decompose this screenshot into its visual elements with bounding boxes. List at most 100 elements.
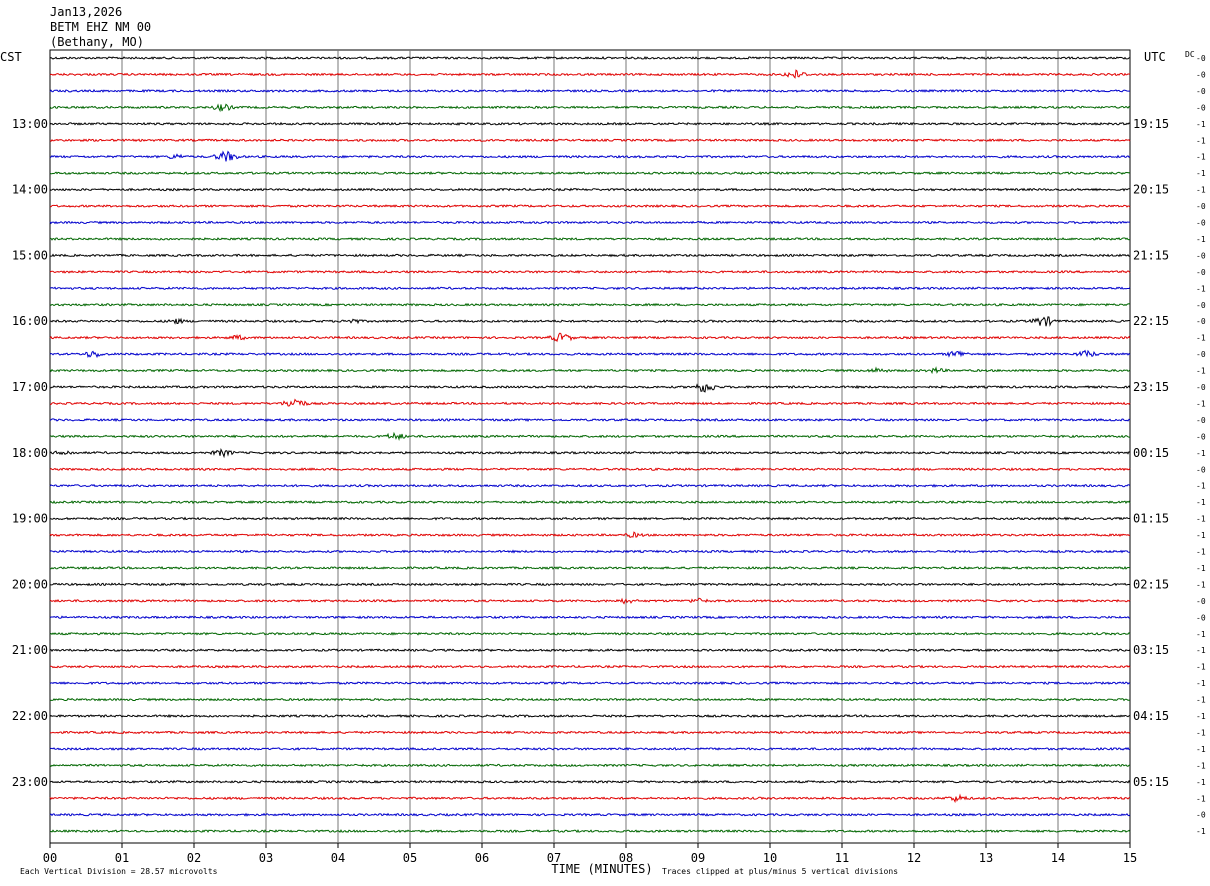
seismic-trace [49,631,1131,636]
dc-offset-label: -1 [1196,334,1206,343]
left-hour-label: 20:00 [12,577,48,591]
dc-offset-label: -0 [1196,432,1206,441]
left-hour-label: 23:00 [12,775,48,789]
dc-offset-label: -1 [1196,745,1206,754]
right-hour-label: 04:15 [1133,709,1169,723]
x-tick-label: 04 [331,851,345,865]
right-hour-label: 00:15 [1133,446,1169,460]
seismic-trace [49,812,1131,817]
seismic-trace [49,236,1131,241]
dc-offset-label: -1 [1196,169,1206,178]
x-tick-label: 02 [187,851,201,865]
dc-offset-label: -1 [1196,646,1206,655]
x-tick-label: 05 [403,851,417,865]
seismic-trace [49,713,1131,719]
x-tick-label: 14 [1051,851,1065,865]
dc-offset-label: -0 [1196,251,1206,260]
dc-offset-label: -1 [1196,186,1206,195]
dc-offset-label: -0 [1196,613,1206,622]
dc-offset-label: -0 [1196,219,1206,228]
seismogram-plot: 00 01 02 03 04 05 06 07 08 09 10 11 12 13 14 15TIME (MI… [0,49,1206,876]
seismic-trace [50,516,1131,521]
seismic-trace [49,302,1131,307]
dc-offset-label: -0 [1196,202,1206,211]
dc-offset-label: -1 [1196,498,1206,507]
seismic-trace [49,763,1131,768]
seismic-trace [49,746,1131,751]
dc-offset-label: -1 [1196,696,1206,705]
dc-offset-label: -1 [1196,712,1206,721]
seismic-trace [49,220,1131,225]
seismic-trace [49,332,1131,343]
seismic-trace [49,187,1130,192]
dc-offset-label: -1 [1196,761,1206,770]
plot-frame [49,49,1131,844]
seismic-trace [49,483,1131,488]
left-hour-label: 22:00 [12,709,48,723]
left-timezone-label: CST [0,50,22,64]
seismic-trace [49,269,1131,274]
dc-offset-label: -1 [1196,548,1206,557]
x-tick-label: 13 [979,851,993,865]
seismic-trace [49,150,1131,162]
dc-offset-label: -1 [1196,679,1206,688]
dc-offset-label: -0 [1196,54,1206,63]
dc-offset-label: -1 [1196,367,1206,376]
dc-offset-label: -1 [1196,399,1206,408]
dc-offset-label: -0 [1196,317,1206,326]
seismic-trace [49,500,1131,505]
dc-offset-label: -1 [1196,449,1206,458]
seismic-trace [49,138,1131,143]
dc-offset-label: -0 [1196,87,1206,96]
seismic-trace [49,582,1131,587]
dc-offset-label: -1 [1196,564,1206,573]
left-hour-label: 17:00 [12,380,48,394]
seismic-trace [49,681,1131,686]
right-hour-label: 19:15 [1133,117,1169,131]
dc-offset-label: -0 [1196,301,1206,310]
dc-offset-label: -1 [1196,120,1206,129]
dc-offset-label: -0 [1196,465,1206,474]
x-tick-label: 12 [907,851,921,865]
seismic-trace [49,204,1131,209]
dc-offset-label: -1 [1196,794,1206,803]
dc-offset-label: -1 [1196,663,1206,672]
seismic-trace [49,349,1131,359]
dc-offset-label: -1 [1196,153,1206,162]
right-hour-label: 21:15 [1133,248,1169,262]
seismic-trace [49,829,1131,834]
left-hour-label: 14:00 [12,183,48,197]
left-hour-label: 18:00 [12,446,48,460]
seismic-trace [49,55,1131,60]
seismic-trace [49,121,1131,126]
left-hour-label: 15:00 [12,248,48,262]
dc-offset-label: -1 [1196,284,1206,293]
x-tick-label: 09 [691,851,705,865]
dc-offset-label: -1 [1196,136,1206,145]
dc-label: DC [1185,50,1195,59]
seismic-trace [49,549,1130,554]
seismic-trace [49,69,1131,79]
x-tick-label: 06 [475,851,489,865]
seismic-trace [49,448,1131,459]
scale-note: Each Vertical Division = 28.57 microvolt… [20,867,218,876]
dc-offset-label: -1 [1196,630,1206,639]
dc-offset-label: -1 [1196,827,1206,836]
seismic-trace [49,531,1131,539]
left-hour-label: 16:00 [12,314,48,328]
dc-offset-label: -1 [1196,482,1206,491]
dc-offset-label: -1 [1196,778,1206,787]
right-hour-label: 05:15 [1133,775,1169,789]
seismic-trace [49,779,1131,784]
dc-offset-label: -1 [1196,728,1206,737]
right-hour-label: 23:15 [1133,380,1169,394]
x-tick-label: 01 [115,851,129,865]
seismic-trace [49,286,1131,291]
seismic-trace [49,417,1131,422]
seismic-trace [49,88,1130,93]
dc-offset-label: -0 [1196,811,1206,820]
seismic-trace [49,648,1131,653]
seismic-trace [49,565,1130,570]
seismic-trace [50,253,1131,258]
seismic-trace [49,615,1131,620]
